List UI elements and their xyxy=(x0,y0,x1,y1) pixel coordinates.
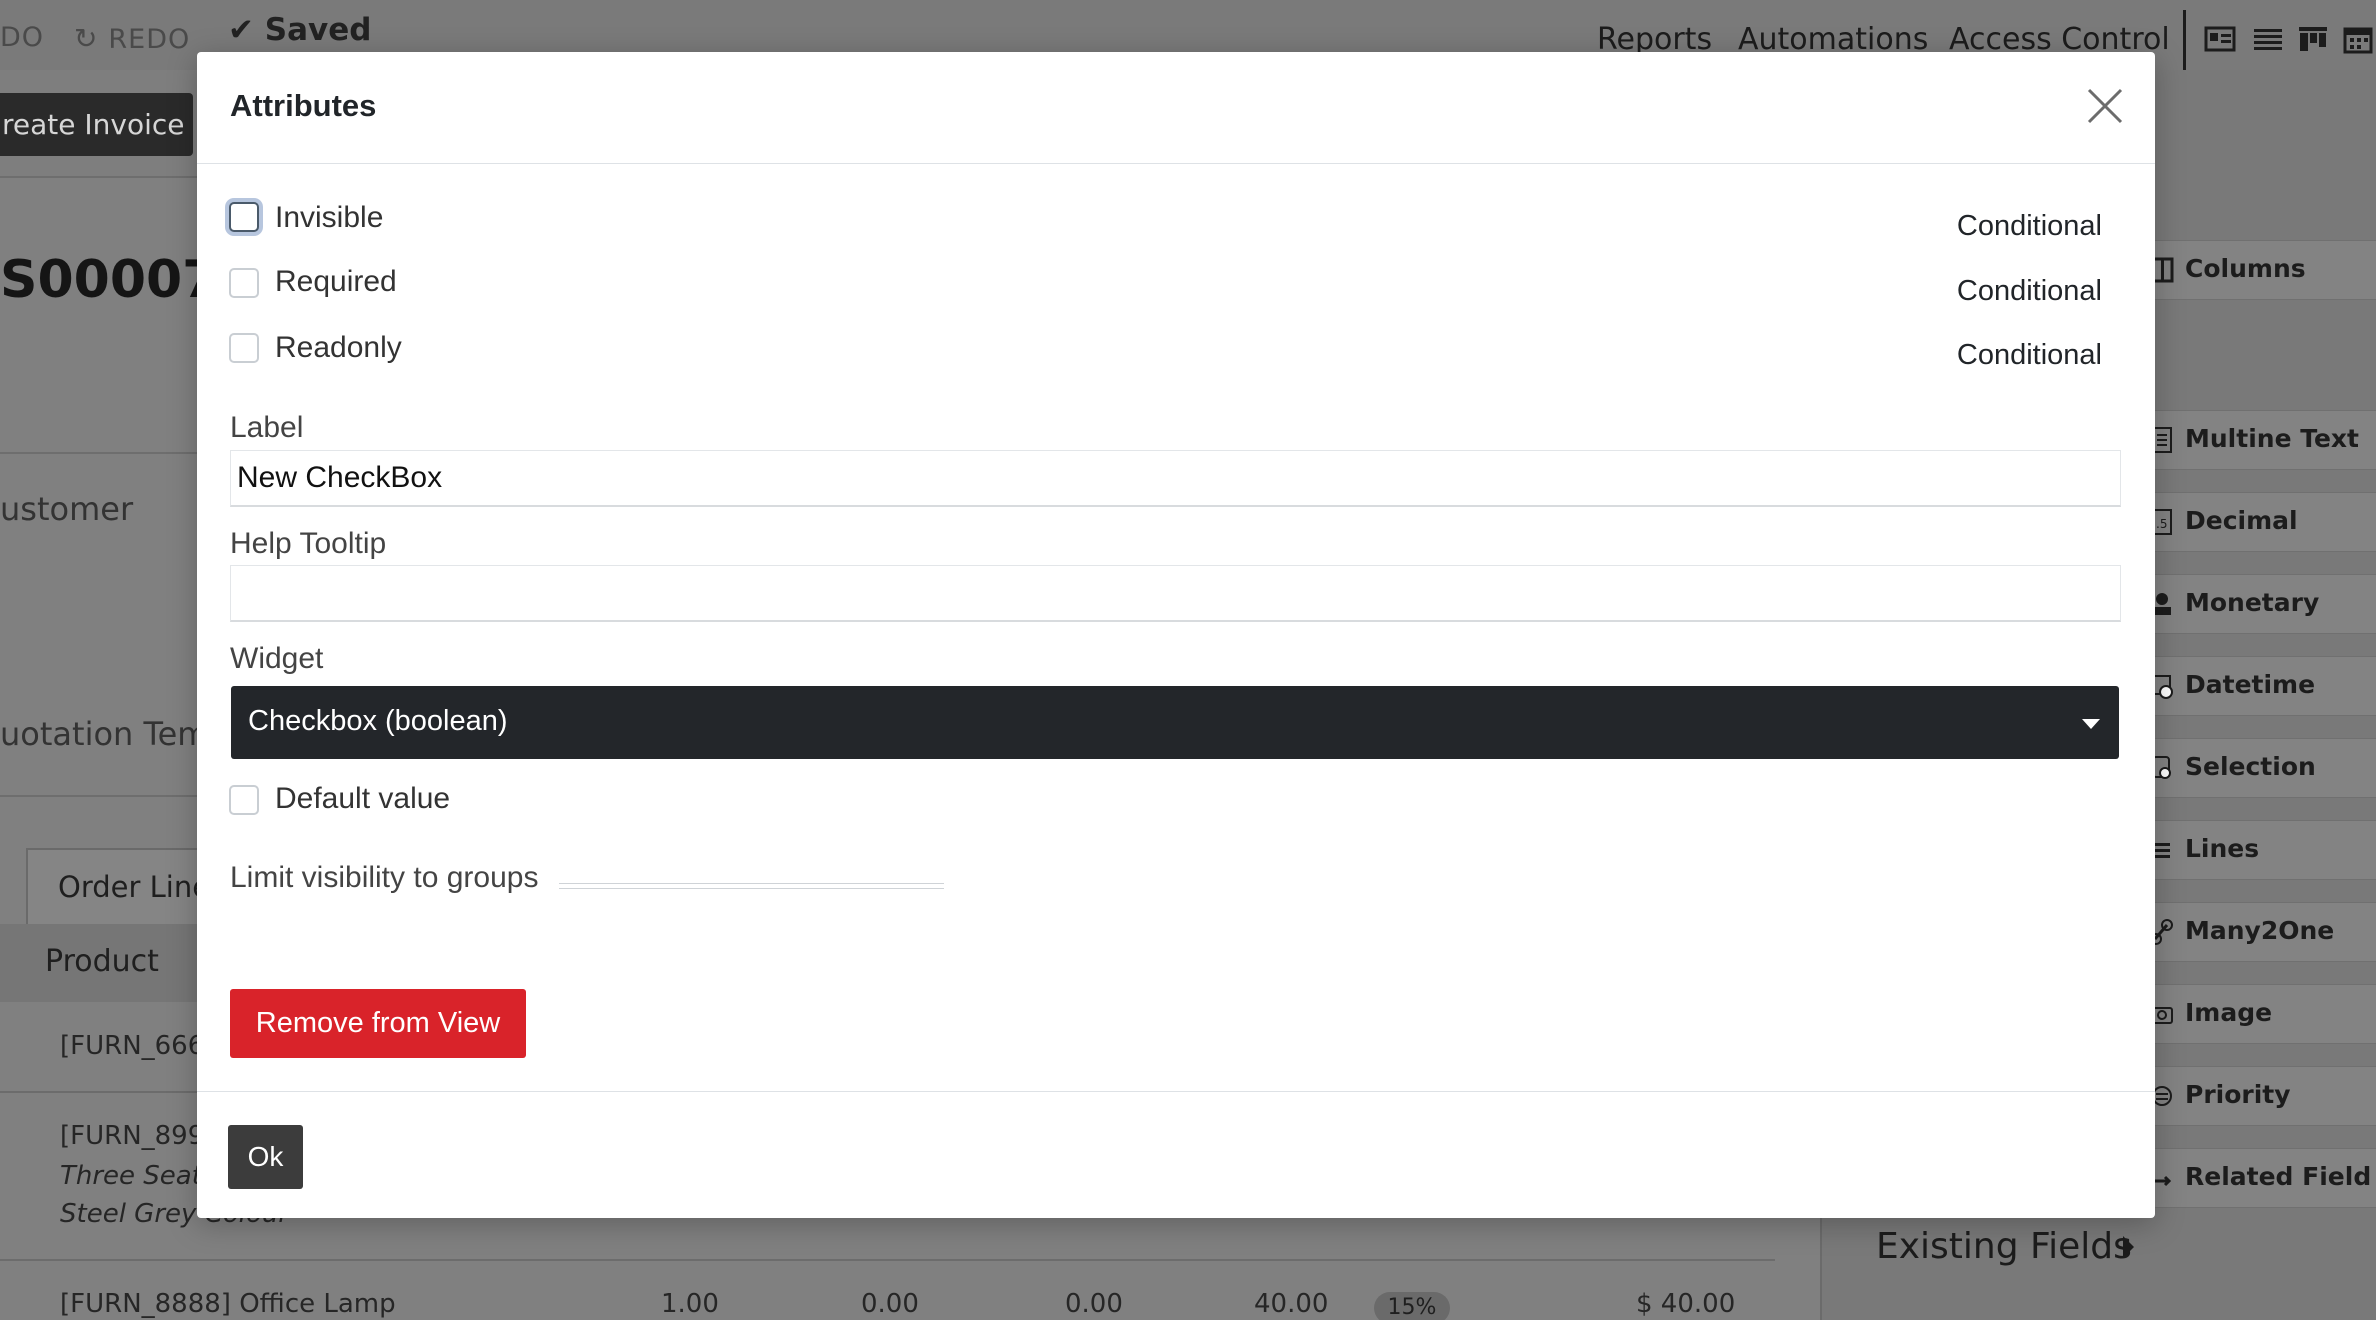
sidebar-field-label: Decimal xyxy=(2185,506,2298,535)
kanban-view-icon[interactable] xyxy=(2297,24,2329,54)
remove-from-view-button[interactable]: Remove from View xyxy=(230,989,526,1058)
sidebar-field-label: Lines xyxy=(2185,834,2260,863)
dialog-title: Attributes xyxy=(230,88,377,123)
label-input[interactable] xyxy=(230,450,2121,507)
sidebar-field-label: Columns xyxy=(2185,254,2306,283)
redo-icon: ↻ xyxy=(74,22,109,55)
saved-label: Saved xyxy=(264,12,372,48)
sidebar-field-related-field[interactable]: Related Field xyxy=(2120,1148,2376,1208)
customer-label: ustomer xyxy=(0,490,134,528)
row-unit-price: 40.00 xyxy=(1254,1289,1329,1319)
sheet-divider xyxy=(0,795,197,797)
sheet-divider xyxy=(0,452,197,454)
check-icon: ✔ xyxy=(228,12,265,48)
dialog-header: Attributes xyxy=(197,52,2155,164)
redo-label: REDO xyxy=(108,24,191,55)
sidebar-field-label: Priority xyxy=(2185,1080,2291,1109)
row-value: 0.00 xyxy=(1065,1289,1123,1319)
record-number: S00007 xyxy=(0,250,219,310)
attributes-dialog: Attributes Invisible Conditional Require… xyxy=(197,52,2155,1218)
sidebar-field-label: Related Field xyxy=(2185,1162,2372,1191)
sidebar-field-selection[interactable]: Selection xyxy=(2120,738,2376,798)
row-quantity: 1.00 xyxy=(661,1289,719,1319)
row-value: 0.00 xyxy=(861,1289,919,1319)
row-subtotal: $ 40.00 xyxy=(1636,1289,1736,1319)
sidebar-field-many2one[interactable]: Many2One xyxy=(2120,902,2376,962)
required-conditional-link[interactable]: Conditional xyxy=(1957,275,2102,308)
sidebar-field-multiline-text[interactable]: Multine Text xyxy=(2120,410,2376,470)
invisible-conditional-link[interactable]: Conditional xyxy=(1957,210,2102,243)
sidebar-field-monetary[interactable]: Monetary xyxy=(2120,574,2376,634)
create-invoice-button[interactable]: reate Invoice xyxy=(0,93,193,156)
sidebar-field-label: Datetime xyxy=(2185,670,2316,699)
chevron-down-icon xyxy=(2082,719,2100,729)
row-divider xyxy=(0,1259,1775,1261)
required-label: Required xyxy=(275,265,397,298)
column-product: Product xyxy=(45,944,159,979)
required-checkbox[interactable] xyxy=(229,268,259,298)
calendar-view-icon[interactable] xyxy=(2342,24,2374,54)
form-view-icon[interactable] xyxy=(2204,24,2236,54)
readonly-label: Readonly xyxy=(275,331,402,364)
sidebar-field-label: Many2One xyxy=(2185,916,2335,945)
top-divider xyxy=(2183,10,2186,70)
default-value-checkbox[interactable] xyxy=(229,785,259,815)
table-row[interactable]: [FURN_899 xyxy=(60,1121,204,1151)
sidebar-field-label: Selection xyxy=(2185,752,2316,781)
table-row[interactable]: [FURN_8888] Office Lamp xyxy=(60,1289,396,1319)
list-view-icon[interactable] xyxy=(2252,24,2284,54)
invisible-checkbox[interactable] xyxy=(229,202,259,232)
sidebar-field-datetime[interactable]: Datetime xyxy=(2120,656,2376,716)
close-icon[interactable] xyxy=(2086,87,2124,125)
svg-text:.5: .5 xyxy=(2156,517,2167,531)
default-value-label: Default value xyxy=(275,782,451,815)
existing-fields-toggle[interactable]: Existing Fields xyxy=(1876,1226,2132,1267)
table-row[interactable]: [FURN_666 xyxy=(60,1031,204,1061)
widget-select[interactable]: Checkbox (boolean) xyxy=(231,686,2119,759)
widget-label: Widget xyxy=(230,642,324,675)
help-tooltip-label: Help Tooltip xyxy=(230,527,387,560)
quotation-template-label: uotation Tem xyxy=(0,715,209,753)
groups-input[interactable] xyxy=(559,883,944,889)
sidebar-field-decimal[interactable]: .5 Decimal xyxy=(2120,492,2376,552)
dialog-footer: Ok xyxy=(197,1091,2155,1218)
help-tooltip-input[interactable] xyxy=(230,565,2121,622)
sidebar-field-label: Multine Text xyxy=(2185,424,2359,453)
tab-order-lines[interactable]: Order Line xyxy=(26,848,226,924)
sidebar-field-lines[interactable]: Lines xyxy=(2120,820,2376,880)
sidebar-field-image[interactable]: Image xyxy=(2120,984,2376,1044)
readonly-conditional-link[interactable]: Conditional xyxy=(1957,339,2102,372)
caret-right-icon xyxy=(2123,1236,2134,1258)
discount-badge: 15% xyxy=(1374,1292,1450,1320)
widget-select-value: Checkbox (boolean) xyxy=(248,705,508,737)
sidebar-field-columns[interactable]: Columns xyxy=(2120,240,2376,300)
sidebar-field-label: Monetary xyxy=(2185,588,2320,617)
sidebar-field-priority[interactable]: Priority xyxy=(2120,1066,2376,1126)
row-description: Three Seate xyxy=(60,1161,218,1191)
label-field-label: Label xyxy=(230,411,304,444)
undo-button[interactable]: DO xyxy=(0,22,44,53)
limit-visibility-label: Limit visibility to groups xyxy=(230,861,539,894)
saved-indicator: ✔ Saved xyxy=(228,12,371,48)
ok-button[interactable]: Ok xyxy=(228,1125,303,1189)
invisible-label: Invisible xyxy=(275,201,384,234)
sidebar-field-label: Image xyxy=(2185,998,2273,1027)
readonly-checkbox[interactable] xyxy=(229,333,259,363)
redo-button[interactable]: ↻ REDO xyxy=(74,22,190,55)
